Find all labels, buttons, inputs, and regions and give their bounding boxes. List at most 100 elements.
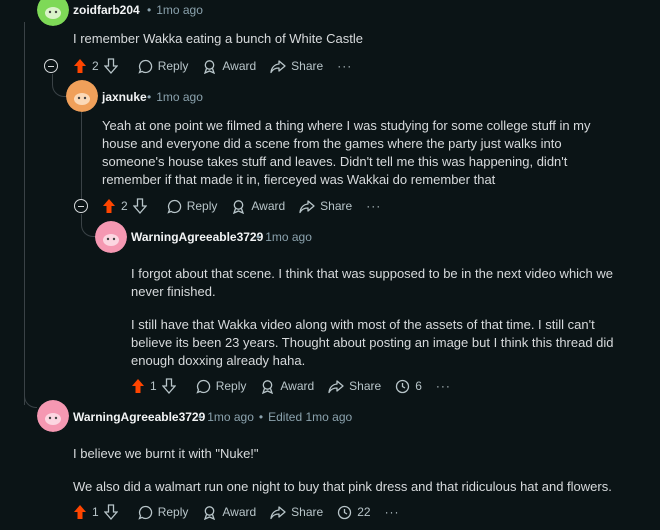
award-button[interactable]: Award <box>202 505 256 520</box>
replies-count: 22 <box>357 505 371 519</box>
comment-paragraph: I believe we burnt it with "Nuke!" <box>73 446 259 461</box>
comment-actions: 1 Reply Award Share 22 ··· <box>73 500 414 524</box>
comment-time[interactable]: 1mo ago <box>207 410 254 424</box>
share-icon <box>299 199 315 213</box>
reply-label: Reply <box>215 379 247 393</box>
award-button[interactable]: Award <box>231 199 285 214</box>
avatar[interactable] <box>37 0 69 26</box>
vote-count: 2 <box>92 59 99 73</box>
award-button[interactable]: Award <box>202 59 256 74</box>
comment-time[interactable]: 1mo ago <box>156 90 203 104</box>
more-options-button[interactable]: ··· <box>436 379 451 393</box>
reply-button[interactable]: Reply <box>138 59 189 74</box>
award-icon <box>262 379 274 394</box>
comment-actions: 2 Reply Award Share ··· <box>73 54 366 78</box>
comment-author[interactable]: WarningAgreeable3729 <box>73 410 205 424</box>
avatar[interactable] <box>95 221 127 253</box>
comment-body: I forgot about that scene. I think that … <box>131 265 621 370</box>
share-label: Share <box>349 379 382 393</box>
replies-button[interactable]: 22 <box>337 505 371 520</box>
snoo-avatar-icon <box>37 0 69 26</box>
vote-group: 2 <box>73 58 118 74</box>
share-icon <box>328 379 344 393</box>
collapse-thread-button[interactable] <box>44 59 58 73</box>
downvote-icon[interactable] <box>103 504 118 520</box>
comment-actions: 2 Reply Award Share ··· <box>102 194 395 218</box>
comment-author[interactable]: zoidfarb204 <box>73 3 140 17</box>
comment-meta: • 1mo ago • Edited 1mo ago <box>198 410 353 424</box>
vote-group: 2 <box>102 198 147 214</box>
replies-count: 6 <box>415 379 422 393</box>
comment-time[interactable]: 1mo ago <box>265 230 312 244</box>
award-icon <box>204 59 216 74</box>
comment-paragraph: I remember Wakka eating a bunch of White… <box>73 31 363 46</box>
vote-group: 1 <box>131 378 176 394</box>
award-icon <box>204 505 216 520</box>
comment-body: I believe we burnt it with "Nuke!" We al… <box>73 445 643 496</box>
comment-body: Yeah at one point we filmed a thing wher… <box>102 117 622 189</box>
thread-connector <box>52 74 67 97</box>
replies-button[interactable]: 6 <box>395 379 422 394</box>
comment-bubble-icon <box>196 379 210 394</box>
more-options-icon: ··· <box>337 59 353 73</box>
thread-line[interactable] <box>81 112 82 200</box>
reply-button[interactable]: Reply <box>138 505 189 520</box>
comment-bubble-icon <box>138 59 152 74</box>
thread-line[interactable] <box>24 22 25 405</box>
comment-bubble-icon <box>138 505 152 520</box>
downvote-icon[interactable] <box>132 198 147 214</box>
comment-actions: 1 Reply Award Share 6 ··· <box>131 374 465 398</box>
comment-paragraph: Yeah at one point we filmed a thing wher… <box>102 118 591 187</box>
avatar[interactable] <box>37 400 69 432</box>
vote-count: 1 <box>92 505 99 519</box>
upvote-icon[interactable] <box>73 58 87 74</box>
more-options-button[interactable]: ··· <box>366 199 381 213</box>
comment-author[interactable]: jaxnuke <box>102 90 147 104</box>
reply-button[interactable]: Reply <box>167 199 218 214</box>
award-label: Award <box>222 505 257 519</box>
award-button[interactable]: Award <box>260 379 314 394</box>
share-button[interactable]: Share <box>328 379 381 394</box>
reply-button[interactable]: Reply <box>196 379 247 394</box>
share-button[interactable]: Share <box>270 59 323 74</box>
reply-label: Reply <box>157 59 189 73</box>
reply-label: Reply <box>186 199 218 213</box>
more-options-button[interactable]: ··· <box>385 505 400 519</box>
comment-time[interactable]: 1mo ago <box>156 3 203 17</box>
comment-meta: • 1mo ago <box>256 230 312 244</box>
collapse-thread-button[interactable] <box>74 199 88 213</box>
clock-icon <box>338 505 352 519</box>
comment-meta: • 1mo ago <box>147 3 203 17</box>
comment-bubble-icon <box>167 199 181 214</box>
share-button[interactable]: Share <box>270 505 323 520</box>
downvote-icon[interactable] <box>103 58 118 74</box>
upvote-icon[interactable] <box>73 504 87 520</box>
comment-paragraph: I forgot about that scene. I think that … <box>131 266 614 299</box>
downvote-icon[interactable] <box>161 378 176 394</box>
comment-author[interactable]: WarningAgreeable3729 <box>131 230 263 244</box>
vote-count: 1 <box>150 379 157 393</box>
snoo-avatar-icon <box>95 221 127 253</box>
more-options-icon: ··· <box>366 199 382 213</box>
award-label: Award <box>222 59 257 73</box>
share-label: Share <box>291 59 324 73</box>
award-icon <box>233 199 245 214</box>
share-button[interactable]: Share <box>299 199 352 214</box>
share-icon <box>270 59 286 73</box>
avatar[interactable] <box>66 80 98 112</box>
share-label: Share <box>291 505 324 519</box>
share-icon <box>270 505 286 519</box>
upvote-icon[interactable] <box>102 198 116 214</box>
upvote-icon[interactable] <box>131 378 145 394</box>
thread-connector <box>81 214 96 237</box>
more-options-icon: ··· <box>435 379 451 393</box>
comment-body: I remember Wakka eating a bunch of White… <box>73 30 633 48</box>
reply-label: Reply <box>157 505 189 519</box>
comment-meta: • 1mo ago <box>147 90 203 104</box>
snoo-avatar-icon <box>37 400 69 432</box>
vote-group: 1 <box>73 504 118 520</box>
comment-edited: Edited 1mo ago <box>268 410 353 424</box>
more-options-button[interactable]: ··· <box>337 59 352 73</box>
snoo-avatar-icon <box>66 80 98 112</box>
vote-count: 2 <box>121 199 128 213</box>
